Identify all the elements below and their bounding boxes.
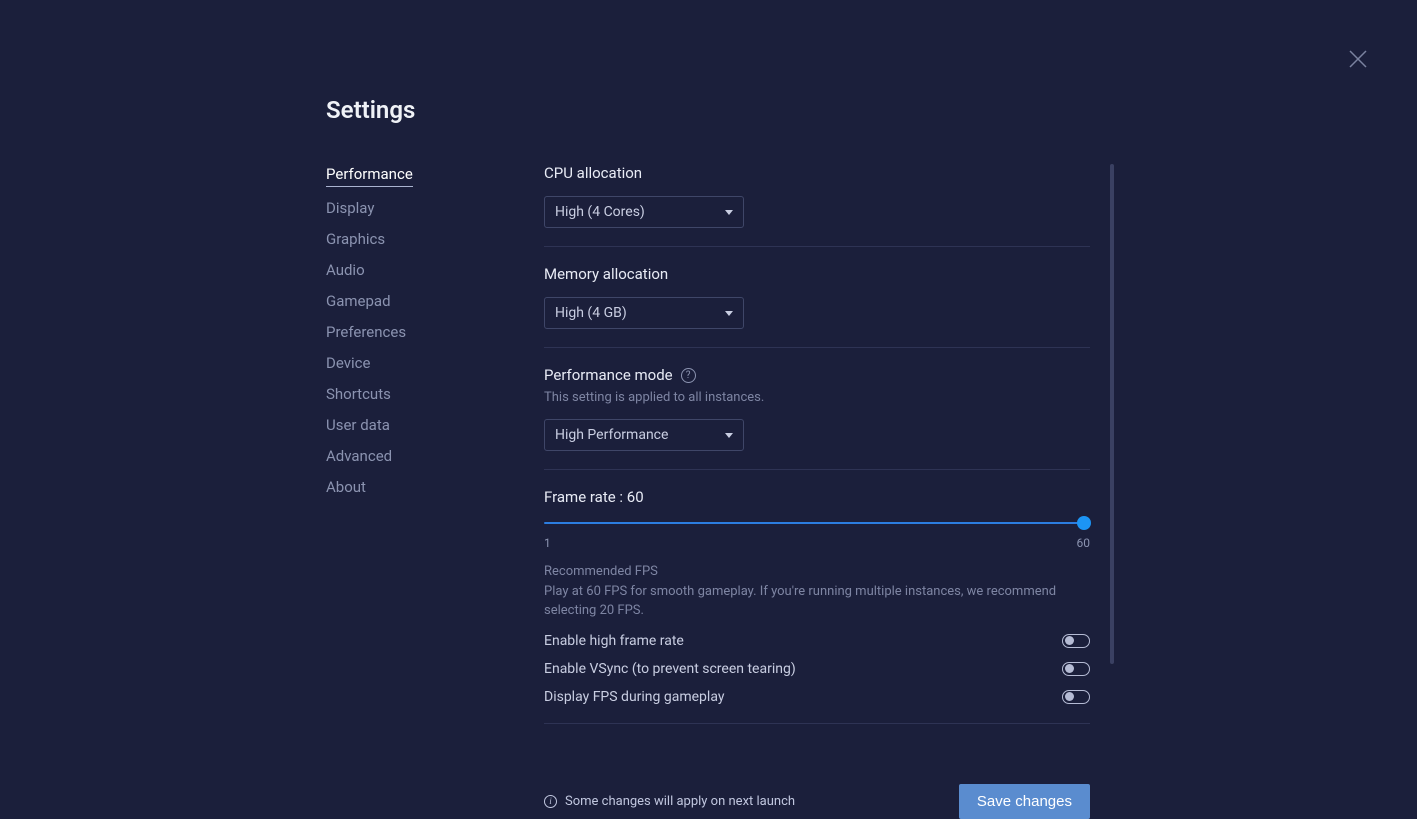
section-frame-rate: Frame rate : 60 1 60 Recommended FPS (544, 488, 1090, 724)
section-cpu-allocation: CPU allocation High (4 Cores) (544, 164, 1090, 247)
memory-label: Memory allocation (544, 265, 1090, 283)
memory-select[interactable]: High (4 GB) (544, 297, 744, 329)
footer: i Some changes will apply on next launch… (544, 784, 1090, 819)
info-icon: i (544, 795, 557, 808)
content: CPU allocation High (4 Cores) Memory all… (544, 164, 1090, 819)
frame-rate-label: Frame rate : 60 (544, 488, 1090, 506)
toggle-knob (1065, 636, 1074, 645)
sidebar-item-shortcuts[interactable]: Shortcuts (326, 384, 391, 404)
sidebar-item-about[interactable]: About (326, 477, 366, 497)
chevron-down-icon (725, 433, 733, 438)
fps-reco-desc: Play at 60 FPS for smooth gameplay. If y… (544, 583, 1090, 621)
sidebar-item-display[interactable]: Display (326, 198, 374, 218)
sidebar-item-gamepad[interactable]: Gamepad (326, 291, 391, 311)
toggle-row-display-fps: Display FPS during gameplay (544, 689, 1090, 705)
page-title: Settings (326, 96, 1090, 124)
close-button[interactable] (1349, 50, 1367, 68)
toggle-label-display-fps: Display FPS during gameplay (544, 689, 724, 705)
chevron-down-icon (725, 311, 733, 316)
scrollbar[interactable] (1110, 164, 1114, 664)
perf-mode-label: Performance mode ? (544, 366, 1090, 384)
footer-notice: Some changes will apply on next launch (565, 794, 795, 809)
sidebar-item-preferences[interactable]: Preferences (326, 322, 406, 342)
toggle-row-vsync: Enable VSync (to prevent screen tearing) (544, 661, 1090, 677)
memory-select-value: High (4 GB) (555, 305, 627, 321)
cpu-select[interactable]: High (4 Cores) (544, 196, 744, 228)
toggle-knob (1065, 692, 1074, 701)
sidebar-item-device[interactable]: Device (326, 353, 370, 373)
cpu-select-value: High (4 Cores) (555, 204, 645, 220)
slider-min-label: 1 (544, 536, 551, 550)
toggle-vsync[interactable] (1062, 662, 1090, 676)
sidebar-item-graphics[interactable]: Graphics (326, 229, 385, 249)
slider-track-line (544, 522, 1090, 524)
section-performance-mode: Performance mode ? This setting is appli… (544, 366, 1090, 470)
close-icon (1349, 50, 1367, 68)
toggle-row-high-fps: Enable high frame rate (544, 633, 1090, 649)
sidebar-item-user-data[interactable]: User data (326, 415, 390, 435)
toggle-high-fps[interactable] (1062, 634, 1090, 648)
cpu-label: CPU allocation (544, 164, 1090, 182)
toggle-display-fps[interactable] (1062, 690, 1090, 704)
perf-mode-select-value: High Performance (555, 427, 668, 443)
help-icon[interactable]: ? (681, 368, 696, 383)
fps-reco-title: Recommended FPS (544, 564, 1090, 579)
section-memory-allocation: Memory allocation High (4 GB) (544, 265, 1090, 348)
perf-mode-helper: This setting is applied to all instances… (544, 390, 1090, 405)
toggle-label-high-fps: Enable high frame rate (544, 633, 684, 649)
toggle-knob (1065, 664, 1074, 673)
sidebar-item-performance[interactable]: Performance (326, 164, 413, 187)
save-changes-button[interactable]: Save changes (959, 784, 1090, 819)
sidebar: Performance Display Graphics Audio Gamep… (326, 164, 544, 819)
slider-max-label: 60 (1077, 536, 1091, 550)
perf-mode-select[interactable]: High Performance (544, 419, 744, 451)
toggle-label-vsync: Enable VSync (to prevent screen tearing) (544, 661, 796, 677)
sidebar-item-audio[interactable]: Audio (326, 260, 365, 280)
sidebar-item-advanced[interactable]: Advanced (326, 446, 392, 466)
slider-thumb[interactable] (1077, 516, 1091, 530)
chevron-down-icon (725, 210, 733, 215)
perf-mode-label-text: Performance mode (544, 366, 673, 384)
frame-rate-slider[interactable] (544, 516, 1090, 530)
